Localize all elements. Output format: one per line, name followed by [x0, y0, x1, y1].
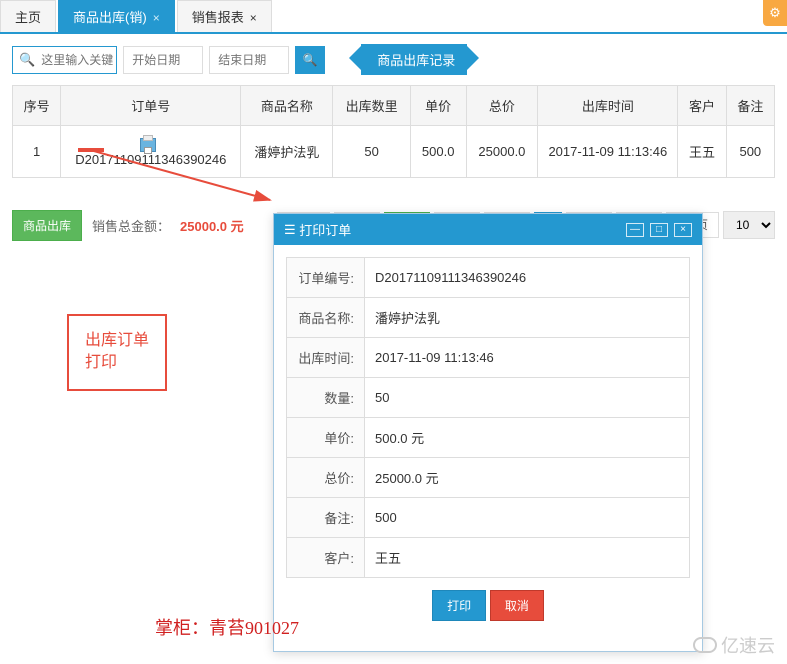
- close-button[interactable]: ×: [674, 223, 692, 237]
- detail-row: 客户:王五: [287, 538, 690, 578]
- table-row: 1 D20171109111346390246 潘婷护法乳 50 500.0 2…: [13, 126, 775, 178]
- col-product: 商品名称: [241, 86, 333, 126]
- data-table: 序号 订单号 商品名称 出库数里 单价 总价 出库时间 客户 备注 1 D201…: [12, 85, 775, 178]
- detail-val: 25000.0 元: [365, 458, 690, 498]
- tab-label: 主页: [15, 10, 41, 25]
- detail-key: 出库时间:: [287, 338, 365, 378]
- detail-val: 500.0 元: [365, 418, 690, 458]
- tab-label: 销售报表: [192, 10, 244, 25]
- col-total: 总价: [466, 86, 538, 126]
- annotation-box: 出库订单 打印: [67, 314, 167, 391]
- cell-remark: 500: [726, 126, 774, 178]
- gear-icon: ⚙: [769, 5, 781, 21]
- highlight-underline: [78, 148, 104, 152]
- detail-key: 总价:: [287, 458, 365, 498]
- print-button[interactable]: 打印: [432, 590, 486, 621]
- tab-label: 商品出库(销): [73, 10, 147, 25]
- tab-outbound[interactable]: 商品出库(销) ×: [58, 0, 175, 32]
- tab-bar: 主页 商品出库(销) × 销售报表 × ⚙: [0, 0, 787, 34]
- total-amount: 25000.0 元: [180, 216, 244, 235]
- detail-val: 2017-11-09 11:13:46: [365, 338, 690, 378]
- cloud-icon: [693, 637, 717, 653]
- cell-product: 潘婷护法乳: [241, 126, 333, 178]
- print-dialog: ☰ 打印订单 — □ × 订单编号:D20171109111346390246 …: [273, 213, 703, 652]
- minimize-button[interactable]: —: [626, 223, 644, 237]
- detail-val: 50: [365, 378, 690, 418]
- search-input-wrap: 🔍: [12, 46, 117, 74]
- search-icon: 🔍: [13, 52, 41, 68]
- tab-sales-report[interactable]: 销售报表 ×: [177, 0, 272, 32]
- order-no-text: D20171109111346390246: [75, 152, 226, 167]
- detail-table: 订单编号:D20171109111346390246 商品名称:潘婷护法乳 出库…: [286, 257, 690, 578]
- total-label: 销售总金额：: [92, 216, 170, 235]
- breadcrumb: 商品出库记录: [361, 44, 467, 75]
- detail-key: 数量:: [287, 378, 365, 418]
- printer-icon[interactable]: [140, 138, 156, 152]
- detail-key: 订单编号:: [287, 258, 365, 298]
- detail-val: 潘婷护法乳: [365, 298, 690, 338]
- detail-val: 王五: [365, 538, 690, 578]
- detail-key: 商品名称:: [287, 298, 365, 338]
- close-icon[interactable]: ×: [250, 11, 257, 25]
- annotation-line: 出库订单: [85, 330, 149, 352]
- cell-qty: 50: [333, 126, 410, 178]
- detail-key: 备注:: [287, 498, 365, 538]
- outbound-button[interactable]: 商品出库: [12, 210, 82, 241]
- table-header-row: 序号 订单号 商品名称 出库数里 单价 总价 出库时间 客户 备注: [13, 86, 775, 126]
- detail-row: 单价:500.0 元: [287, 418, 690, 458]
- search-bar: 🔍 🔍 商品出库记录: [0, 34, 787, 85]
- col-order: 订单号: [61, 86, 241, 126]
- dialog-title: 打印订单: [299, 220, 620, 239]
- col-remark: 备注: [726, 86, 774, 126]
- signature: 掌柜：青苔901027: [155, 614, 299, 640]
- cell-customer: 王五: [678, 126, 726, 178]
- dialog-body: 订单编号:D20171109111346390246 商品名称:潘婷护法乳 出库…: [274, 245, 702, 651]
- start-date-input[interactable]: [123, 46, 203, 74]
- keyword-input[interactable]: [41, 47, 116, 73]
- col-customer: 客户: [678, 86, 726, 126]
- tab-home[interactable]: 主页: [0, 0, 56, 32]
- search-button[interactable]: 🔍: [295, 46, 325, 74]
- search-icon: 🔍: [303, 53, 318, 67]
- detail-row: 总价:25000.0 元: [287, 458, 690, 498]
- dialog-titlebar[interactable]: ☰ 打印订单 — □ ×: [274, 214, 702, 245]
- col-seq: 序号: [13, 86, 61, 126]
- cell-time: 2017-11-09 11:13:46: [538, 126, 678, 178]
- maximize-button[interactable]: □: [650, 223, 668, 237]
- cancel-button[interactable]: 取消: [490, 590, 544, 621]
- watermark: 亿速云: [693, 632, 775, 658]
- detail-row: 出库时间:2017-11-09 11:13:46: [287, 338, 690, 378]
- col-time: 出库时间: [538, 86, 678, 126]
- dialog-footer: 打印 取消: [286, 578, 690, 639]
- detail-key: 客户:: [287, 538, 365, 578]
- detail-row: 订单编号:D20171109111346390246: [287, 258, 690, 298]
- detail-val: D20171109111346390246: [365, 258, 690, 298]
- page-size-select[interactable]: 10: [723, 211, 775, 239]
- annotation-line: 打印: [85, 352, 149, 374]
- end-date-input[interactable]: [209, 46, 289, 74]
- col-qty: 出库数里: [333, 86, 410, 126]
- settings-button[interactable]: ⚙: [763, 0, 787, 26]
- close-icon[interactable]: ×: [153, 11, 160, 25]
- detail-key: 单价:: [287, 418, 365, 458]
- detail-row: 商品名称:潘婷护法乳: [287, 298, 690, 338]
- cell-total: 25000.0: [466, 126, 538, 178]
- list-icon: ☰: [284, 222, 299, 238]
- detail-row: 备注:500: [287, 498, 690, 538]
- cell-price: 500.0: [410, 126, 466, 178]
- detail-row: 数量:50: [287, 378, 690, 418]
- cell-seq: 1: [13, 126, 61, 178]
- col-price: 单价: [410, 86, 466, 126]
- detail-val: 500: [365, 498, 690, 538]
